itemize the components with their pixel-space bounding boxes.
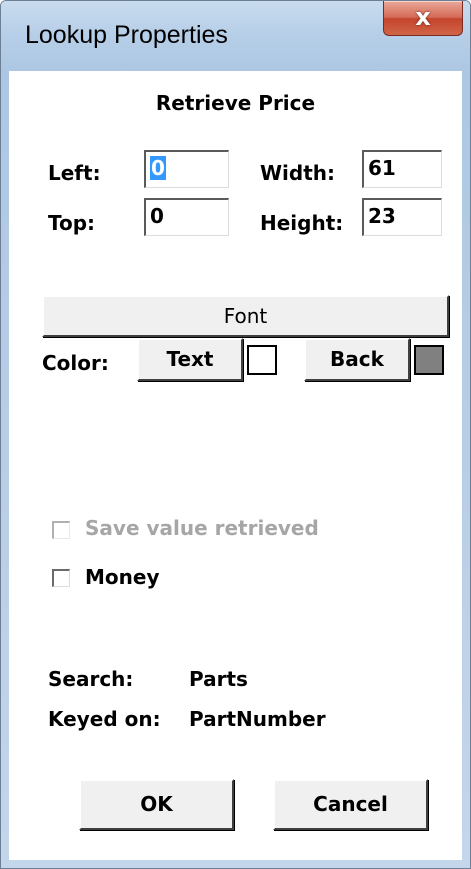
ok-button-label: OK <box>140 792 173 816</box>
top-label: Top: <box>48 211 96 235</box>
left-label: Left: <box>48 161 101 185</box>
cancel-button[interactable]: Cancel <box>273 779 428 830</box>
cancel-button-label: Cancel <box>313 792 388 816</box>
back-color-button-label: Back <box>330 347 384 371</box>
window-title: Lookup Properties <box>25 21 228 49</box>
width-input[interactable]: 61 <box>362 150 442 188</box>
left-input-value: 0 <box>150 156 166 180</box>
font-button-label: Font <box>223 304 268 328</box>
window-frame-bottom <box>1 860 470 868</box>
money-label: Money <box>85 565 160 589</box>
keyed-on-label: Keyed on: <box>48 707 161 731</box>
money-checkbox[interactable] <box>52 569 70 587</box>
width-label: Width: <box>260 161 336 185</box>
search-value: Parts <box>189 667 248 691</box>
dialog-client-area: Retrieve Price Left: 0 Width: 61 Top: 0 … <box>9 71 462 860</box>
text-color-button-label: Text <box>166 347 214 371</box>
ok-button[interactable]: OK <box>79 779 234 830</box>
left-input[interactable]: 0 <box>144 150 229 188</box>
text-color-swatch <box>247 345 277 375</box>
color-label: Color: <box>42 351 109 375</box>
save-value-checkbox[interactable] <box>52 521 70 539</box>
keyed-on-value: PartNumber <box>189 707 326 731</box>
window-frame-left <box>1 71 9 868</box>
height-label: Height: <box>260 211 344 235</box>
search-label: Search: <box>48 667 134 691</box>
height-input[interactable]: 23 <box>362 198 442 236</box>
font-button[interactable]: Font <box>42 295 449 337</box>
close-button[interactable]: x <box>383 1 463 36</box>
title-bar[interactable]: Lookup Properties x <box>1 1 470 71</box>
text-color-button[interactable]: Text <box>137 338 243 381</box>
back-color-button[interactable]: Back <box>304 338 410 381</box>
lookup-properties-dialog: Lookup Properties x Retrieve Price Left:… <box>0 0 471 869</box>
close-icon: x <box>415 3 431 31</box>
back-color-swatch <box>414 345 444 375</box>
dialog-caption: Retrieve Price <box>155 91 316 115</box>
save-value-label: Save value retrieved <box>85 516 319 540</box>
top-input[interactable]: 0 <box>144 198 229 236</box>
window-frame-right <box>462 71 470 868</box>
